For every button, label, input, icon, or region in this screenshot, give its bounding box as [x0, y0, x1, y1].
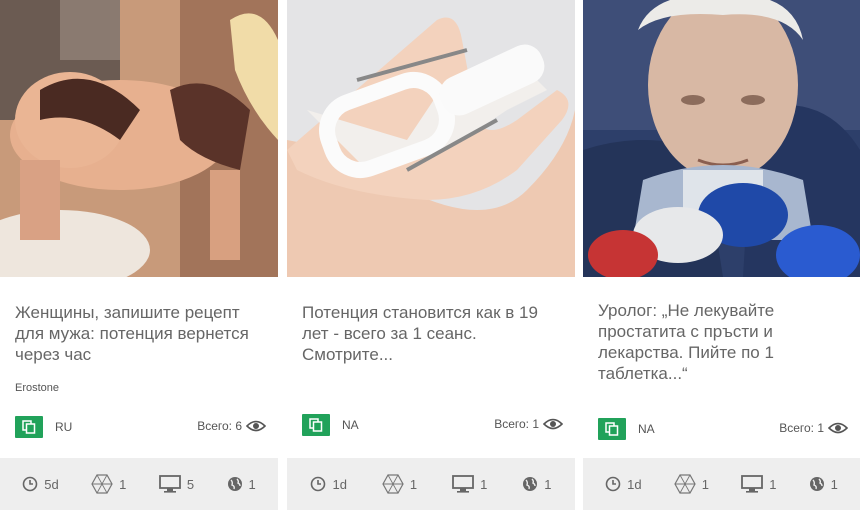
eye-icon — [828, 422, 848, 434]
globe-icon — [809, 477, 824, 491]
stat-screens-value: 1 — [480, 476, 488, 492]
views-counter: Всего: 1 — [494, 417, 563, 431]
clock-icon — [605, 476, 621, 492]
globe-icon — [227, 477, 242, 491]
stat-tags: 1 — [382, 474, 417, 494]
monitor-icon — [741, 475, 764, 493]
stat-age-value: 1d — [627, 476, 642, 492]
language-code: RU — [55, 420, 73, 434]
views-counter: Всего: 1 — [779, 421, 848, 435]
globe-icon — [523, 477, 538, 491]
stat-tags: 1 — [674, 474, 709, 494]
copy-icon — [22, 420, 36, 434]
stat-screens: 1 — [452, 475, 487, 493]
language-code: NA — [342, 418, 359, 432]
stat-geo-value: 1 — [544, 476, 552, 492]
stat-screens-value: 1 — [769, 476, 777, 492]
ad-card-2[interactable]: Потенция становится как в 19 лет - всего… — [287, 0, 575, 510]
monitor-icon — [158, 475, 181, 493]
card-image-graphic — [287, 0, 575, 277]
views-label: Всего: 1 — [779, 421, 824, 435]
stat-geo: 1 — [227, 476, 256, 492]
copy-icon — [309, 418, 323, 432]
stat-screens: 1 — [741, 475, 776, 493]
monitor-icon — [452, 475, 474, 493]
card-headline[interactable]: Потенция становится как в 19 лет - всего… — [302, 302, 563, 365]
copy-button[interactable] — [598, 418, 626, 440]
card-footer: 1d 1 1 1 — [583, 458, 860, 510]
stat-geo: 1 — [522, 476, 552, 492]
eye-icon — [543, 418, 563, 430]
card-headline[interactable]: Женщины, запишите рецепт для мужа: потен… — [15, 302, 266, 365]
stat-tags-value: 1 — [701, 476, 709, 492]
language-code: NA — [638, 422, 655, 436]
card-meta-row: RU Всего: 6 — [15, 416, 266, 438]
copy-button[interactable] — [15, 416, 43, 438]
hexagon-icon — [91, 474, 113, 494]
stat-age: 5d — [22, 476, 59, 492]
stat-geo-value: 1 — [248, 476, 256, 492]
card-footer: 5d 1 5 1 — [0, 458, 278, 510]
card-image-graphic — [0, 0, 278, 277]
ad-card-1[interactable]: Женщины, запишите рецепт для мужа: потен… — [0, 0, 278, 510]
stat-age-value: 5d — [44, 476, 59, 492]
clock-icon — [22, 476, 38, 492]
eye-icon — [246, 420, 266, 432]
copy-button[interactable] — [302, 414, 330, 436]
ad-card-3[interactable]: Уролог: „Не лекувайте простатита с пръст… — [583, 0, 860, 510]
stat-screens-value: 5 — [186, 476, 195, 492]
stat-age: 1d — [605, 476, 642, 492]
card-image[interactable] — [583, 0, 860, 277]
card-headline[interactable]: Уролог: „Не лекувайте простатита с пръст… — [598, 300, 848, 384]
stat-tags-value: 1 — [119, 476, 127, 492]
hexagon-icon — [382, 474, 404, 494]
stat-geo: 1 — [809, 476, 838, 492]
stat-geo-value: 1 — [830, 476, 838, 492]
hexagon-icon — [674, 474, 696, 494]
card-image[interactable] — [0, 0, 278, 277]
card-image-graphic — [583, 0, 860, 277]
stat-screens: 5 — [158, 475, 195, 493]
views-counter: Всего: 6 — [197, 419, 266, 433]
views-label: Всего: 1 — [494, 417, 539, 431]
card-footer: 1d 1 1 1 — [287, 458, 575, 510]
stat-tags: 1 — [91, 474, 126, 494]
card-image[interactable] — [287, 0, 575, 277]
stat-tags-value: 1 — [409, 476, 418, 492]
copy-icon — [605, 422, 619, 436]
stat-age: 1d — [310, 476, 347, 492]
card-meta-row: NA Всего: 1 — [302, 414, 563, 436]
views-label: Всего: 6 — [197, 419, 242, 433]
card-meta-row: NA Всего: 1 — [598, 418, 848, 440]
stat-age-value: 1d — [332, 476, 347, 492]
card-source: Erostone — [15, 382, 60, 394]
clock-icon — [311, 476, 326, 492]
